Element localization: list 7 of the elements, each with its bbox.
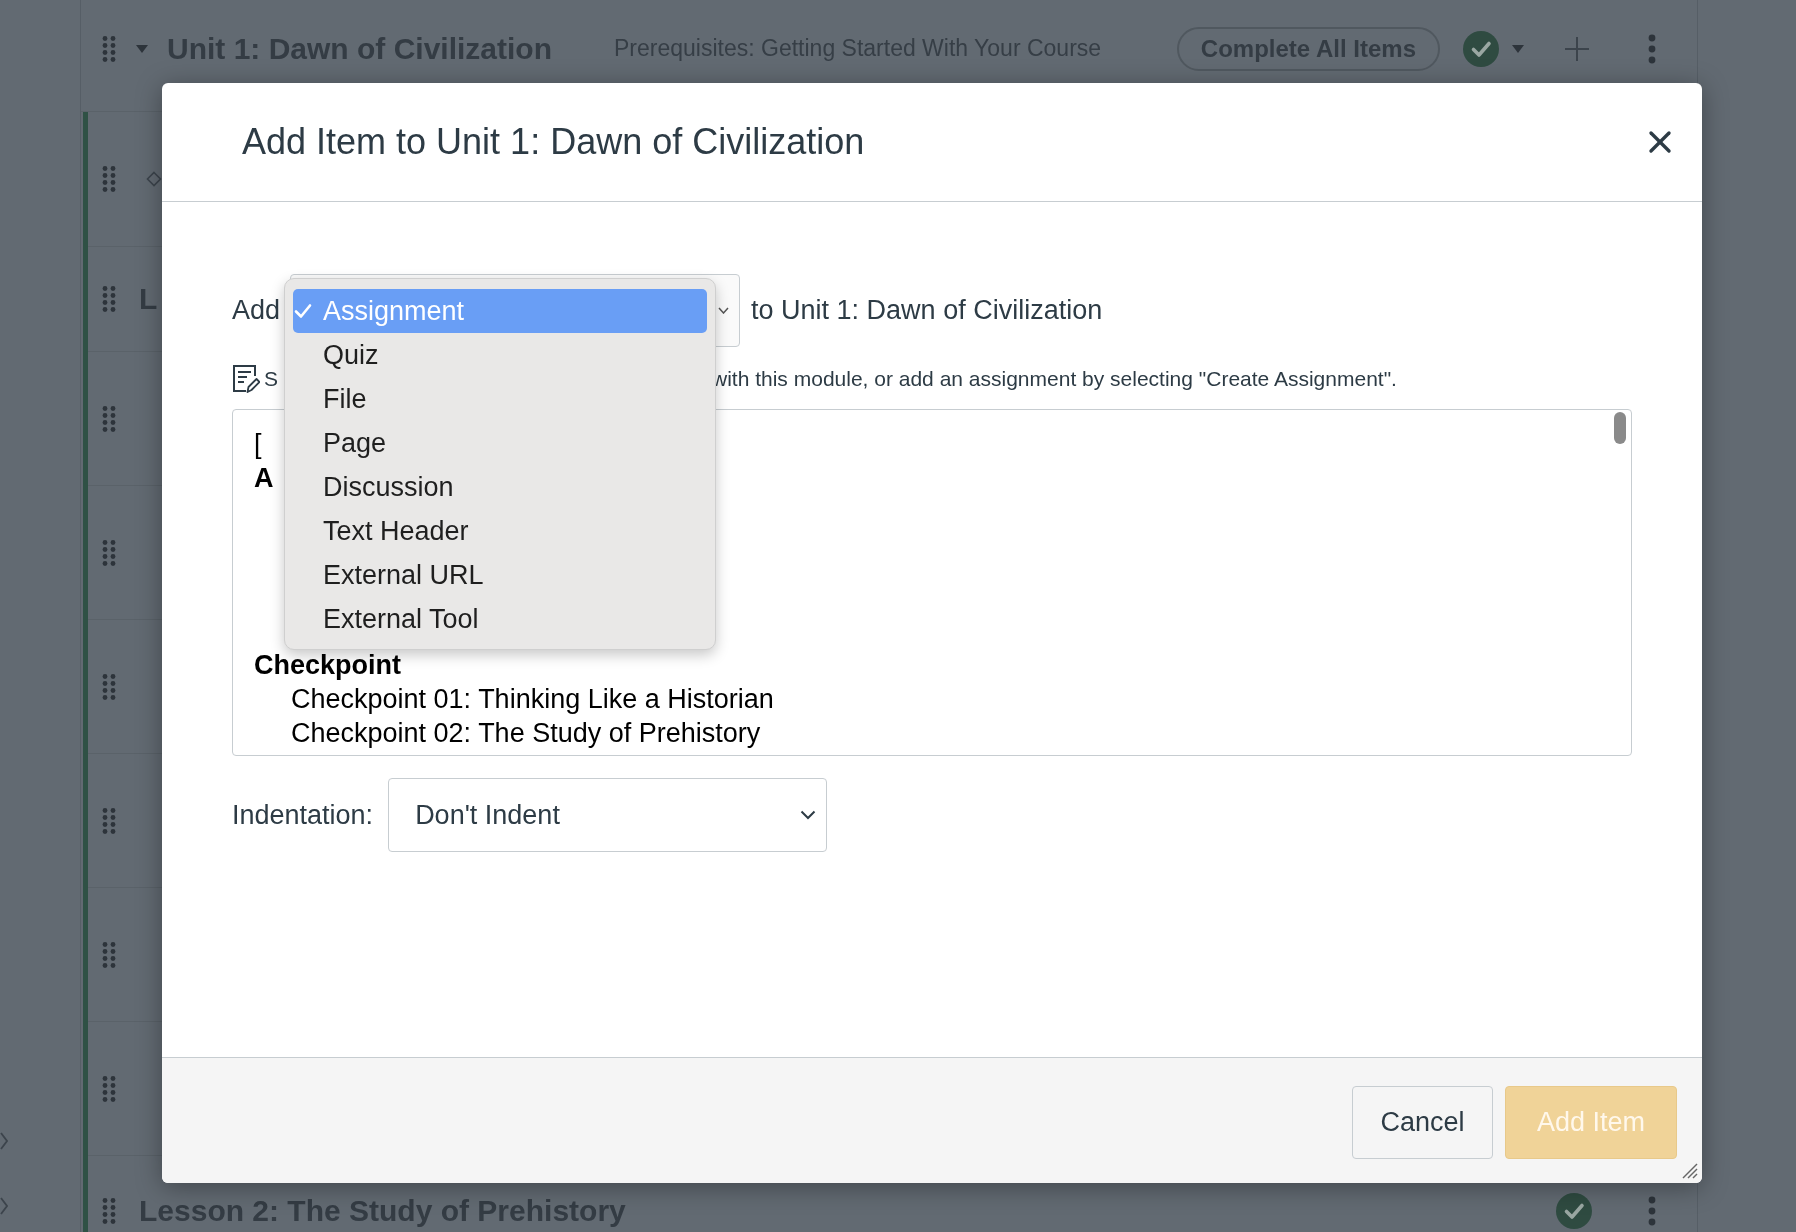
indentation-label: Indentation: [232, 798, 374, 832]
target-text: to Unit 1: Dawn of Civilization [751, 294, 1103, 328]
hint-text: S [264, 366, 278, 393]
option-group-label: A [254, 462, 274, 495]
option-group-label: Checkpoint [254, 649, 401, 682]
dialog-title: Add Item to Unit 1: Dawn of Civilization [242, 120, 865, 164]
add-label: Add [232, 294, 281, 328]
